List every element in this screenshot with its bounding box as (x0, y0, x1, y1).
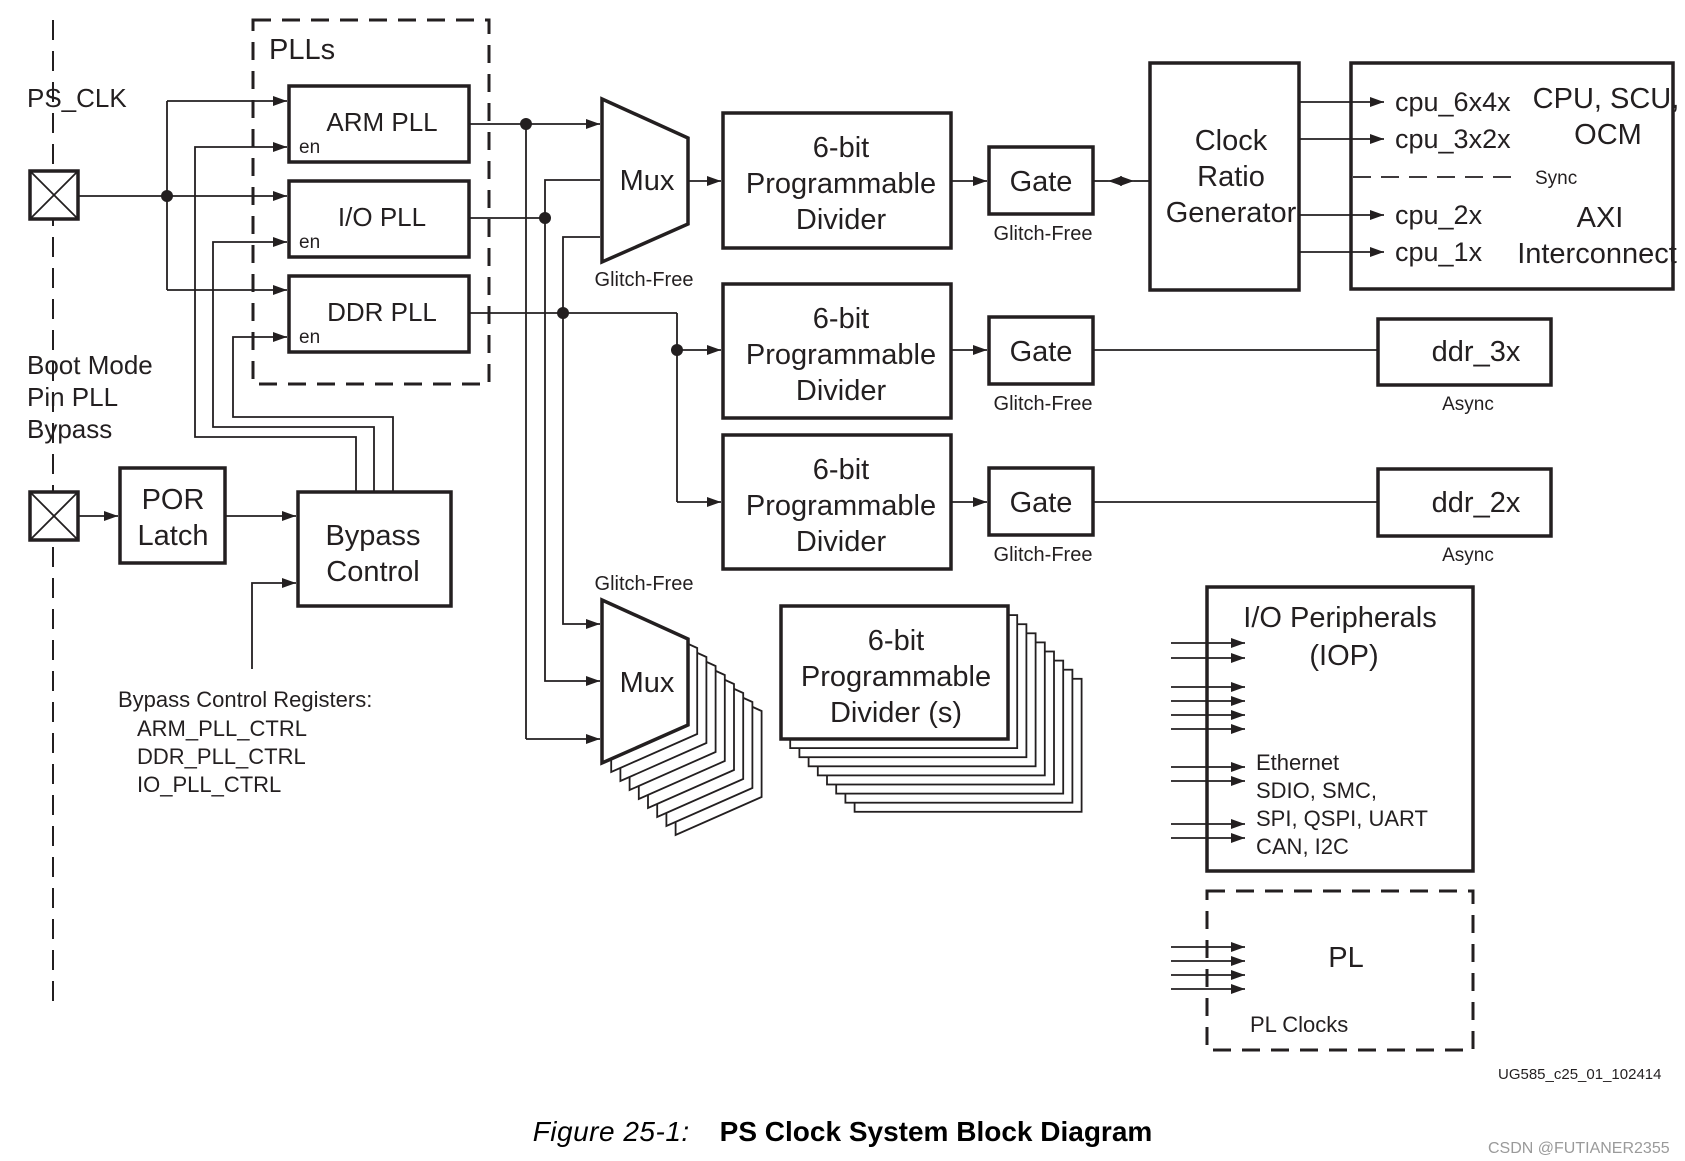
ddr-pll-label: DDR PLL (327, 297, 437, 327)
bypass-register-io: IO_PLL_CTRL (137, 772, 281, 797)
figure-title: PS Clock System Block Diagram (719, 1116, 1153, 1147)
iop-list-ethernet: Ethernet (1256, 750, 1339, 775)
ddr-pll-en-label: en (299, 327, 320, 348)
ps-clock-block-diagram: PS_CLK Boot Mode Pin PLL Bypass PLLs ARM… (27, 18, 1680, 1052)
peripheral-mux-label: Mux (620, 667, 675, 699)
ps-clk-pad (28, 169, 80, 221)
cpu-divider-label-3: Divider (796, 204, 887, 236)
cpu-scu-label: CPU, SCU, (1533, 83, 1680, 115)
ps-clk-wires (78, 96, 287, 295)
iop-list-can-i2c: CAN, I2C (1256, 834, 1349, 859)
clock-ratio-label-1: Clock (1195, 125, 1268, 157)
cpu-gate-note: Glitch-Free (994, 223, 1093, 245)
ddr3x-divider-label-2: Programmable (746, 339, 936, 371)
ps-clk-label: PS_CLK (27, 83, 127, 113)
cpu-mux-label: Mux (620, 165, 675, 197)
por-latch-label-2: Latch (138, 520, 209, 552)
arm-pll-en-label: en (299, 137, 320, 158)
figure-id: UG585_c25_01_102414 (1498, 1066, 1662, 1083)
boot-mode-label-3: Bypass (27, 414, 112, 444)
iop-title-1: I/O Peripherals (1243, 602, 1436, 634)
ddr3x-divider-label-3: Divider (796, 375, 887, 407)
iop-list-sdio-smc: SDIO, SMC, (1256, 778, 1377, 803)
ddr2x-gate-label: Gate (1010, 487, 1073, 519)
cpu-1x-label: cpu_1x (1395, 237, 1483, 267)
ddr2x-divider-label-3: Divider (796, 526, 887, 558)
ddr3x-divider-label-1: 6-bit (813, 303, 869, 335)
peripheral-mux-note: Glitch-Free (595, 573, 694, 595)
boot-mode-label-2: Pin PLL (27, 382, 118, 412)
por-latch-label-1: POR (142, 484, 205, 516)
cpu-divider-label-2: Programmable (746, 168, 936, 200)
bypass-register-arm: ARM_PLL_CTRL (137, 716, 307, 741)
cpu-6x4x-label: cpu_6x4x (1395, 87, 1511, 117)
bypass-control-label-1: Bypass (325, 520, 420, 552)
ddr-3x-label: ddr_3x (1432, 336, 1521, 368)
peripheral-divider-label-2: Programmable (801, 661, 991, 693)
sync-label: Sync (1535, 168, 1577, 189)
iop-title-2: (IOP) (1309, 640, 1378, 672)
io-pll-label: I/O PLL (338, 202, 426, 232)
plls-group-label: PLLs (269, 34, 335, 66)
arm-pll-label: ARM PLL (326, 107, 437, 137)
bypass-register-ddr: DDR_PLL_CTRL (137, 744, 306, 769)
io-pll-en-label: en (299, 232, 320, 253)
pl-title: PL (1328, 942, 1363, 974)
clock-ratio-label-2: Ratio (1197, 161, 1265, 193)
bypass-registers-heading: Bypass Control Registers: (118, 687, 372, 712)
cpu-2x-label: cpu_2x (1395, 200, 1483, 230)
figure-caption: Figure 25-1: PS Clock System Block Diagra… (0, 1116, 1685, 1148)
pl-clocks-label: PL Clocks (1250, 1012, 1348, 1037)
iop-list-spi-qspi-uart: SPI, QSPI, UART (1256, 806, 1428, 831)
ddr2x-divider-label-2: Programmable (746, 490, 936, 522)
ddr3x-gate-note: Glitch-Free (994, 393, 1093, 415)
boot-mode-label-1: Boot Mode (27, 350, 153, 380)
boot-mode-pad (28, 490, 80, 542)
axi-label: AXI (1577, 202, 1624, 234)
peripheral-mux-stack (600, 597, 763, 837)
ddr-2x-note: Async (1442, 545, 1494, 566)
cpu-3x2x-label: cpu_3x2x (1395, 124, 1511, 154)
ocm-label: OCM (1574, 119, 1642, 151)
peripheral-divider-label-3: Divider (s) (830, 697, 962, 729)
figure-number: Figure 25-1: (532, 1116, 690, 1147)
interconnect-label: Interconnect (1517, 238, 1677, 270)
ddr-2x-label: ddr_2x (1432, 487, 1521, 519)
ddr2x-gate-note: Glitch-Free (994, 544, 1093, 566)
cpu-mux-note: Glitch-Free (595, 269, 694, 291)
bypass-control-label-2: Control (326, 556, 420, 588)
watermark: CSDN @FUTIANER2355 (1488, 1140, 1670, 1157)
ddr3x-gate-label: Gate (1010, 336, 1073, 368)
cpu-divider-label-1: 6-bit (813, 132, 869, 164)
ddr2x-divider-label-1: 6-bit (813, 454, 869, 486)
ddr-3x-note: Async (1442, 394, 1494, 415)
peripheral-divider-label-1: 6-bit (868, 625, 924, 657)
clock-ratio-label-3: Generator (1166, 197, 1297, 229)
cpu-gate-label: Gate (1010, 166, 1073, 198)
